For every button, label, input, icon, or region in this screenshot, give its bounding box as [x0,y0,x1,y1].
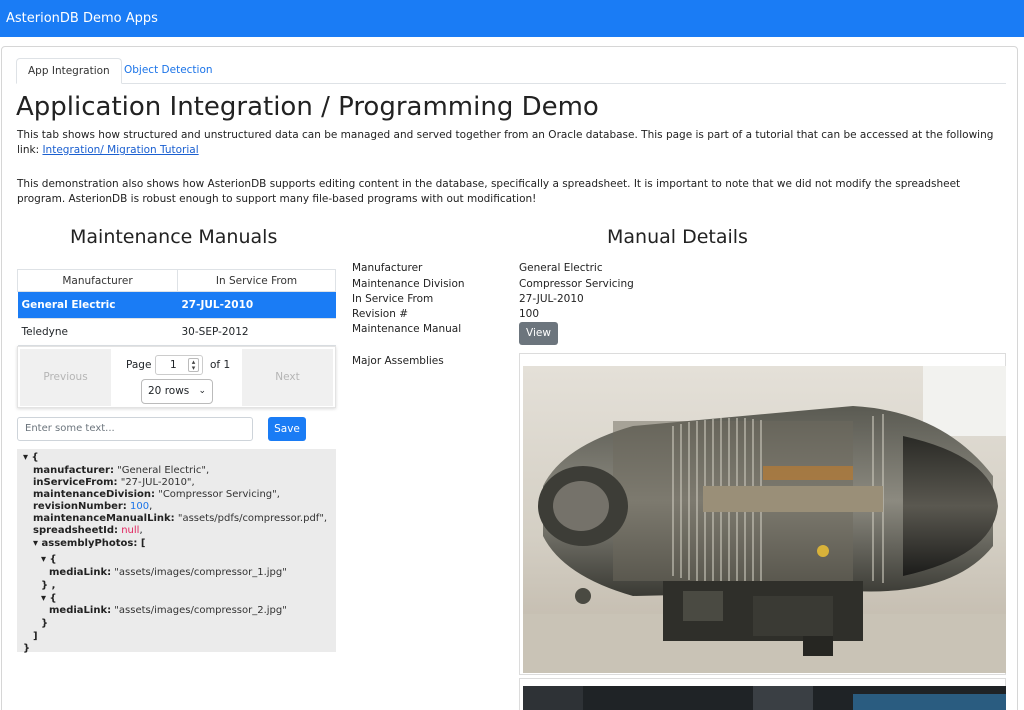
jet-engine-image [523,366,1006,673]
rows-per-page-value: 20 rows [148,385,190,397]
intro-paragraph: This tab shows how structured and unstru… [17,128,1007,158]
manufacturer-label: Manufacturer [352,262,423,274]
json-viewer: ▾ { manufacturer: "General Electric", in… [17,449,336,654]
assembly-photo-compressor[interactable] [523,366,1006,673]
division-value: Compressor Servicing [519,278,634,290]
tutorial-link[interactable]: Integration/ Migration Tutorial [42,144,198,156]
page-title: Application Integration / Programming De… [16,92,599,122]
column-header-in-service[interactable]: In Service From [177,269,336,292]
cell-in-service: 27-JUL-2010 [177,291,336,319]
json-line: spreadsheetId: null, [33,525,143,536]
cell-in-service: 30-SEP-2012 [177,318,336,346]
manuals-table: Manufacturer In Service From General Ele… [17,269,336,346]
manufacturer-value: General Electric [519,262,603,274]
tab-object-detection[interactable]: Object Detection [113,58,224,84]
tab-app-integration[interactable]: App Integration [16,58,122,84]
view-manual-button[interactable]: View [519,322,558,345]
table-pagination: Previous Page 1 ▴ ▾ of 1 20 rows ⌄ Next [17,346,336,408]
engine-image-2 [523,686,1006,710]
note-paragraph: This demonstration also shows how Asteri… [17,178,961,205]
rows-per-page-select[interactable]: 20 rows ⌄ [141,379,213,404]
json-line: mediaLink: "assets/images/compressor_1.j… [49,567,287,578]
cell-manufacturer: Teledyne [17,318,178,346]
tab-bar: App Integration Object Detection [16,58,1006,84]
text-input[interactable]: Enter some text... [17,417,253,441]
json-line: mediaLink: "assets/images/compressor_2.j… [49,605,287,616]
in-service-label: In Service From [352,293,434,305]
assemblies-label: Major Assemblies [352,355,444,367]
assembly-photo-compressor-2[interactable] [523,686,1006,710]
json-line[interactable]: ▾ { [41,553,57,566]
revision-value: 100 [519,308,540,320]
previous-page-button[interactable]: Previous [20,349,111,406]
json-line: } , [41,580,56,591]
top-navbar: AsterionDB Demo Apps [0,0,1024,37]
chevron-down-icon: ⌄ [198,386,206,396]
in-service-value: 27-JUL-2010 [519,293,584,305]
table-row[interactable]: General Electric 27-JUL-2010 [17,291,336,319]
cell-manufacturer: General Electric [17,291,178,319]
page-controls: Page 1 ▴ ▾ of 1 20 rows ⌄ [126,355,241,405]
table-row[interactable]: Teledyne 30-SEP-2012 [17,318,336,346]
manuals-heading: Maintenance Manuals [70,226,278,248]
page-number-input[interactable]: 1 ▴ ▾ [155,355,203,375]
page-spinner-icon[interactable]: ▴ ▾ [188,358,199,372]
manual-label: Maintenance Manual [352,323,462,335]
division-label: Maintenance Division [352,278,465,290]
column-header-manufacturer[interactable]: Manufacturer [17,269,178,292]
page-number-value: 1 [170,359,177,371]
revision-label: Revision # [352,308,409,320]
page-label: Page [126,359,152,371]
table-header-row: Manufacturer In Service From [17,269,336,292]
page-total-label: of 1 [210,359,231,371]
json-line: } [41,618,49,629]
next-page-button[interactable]: Next [242,349,333,406]
json-line[interactable]: ▾ assemblyPhotos: [ [33,537,145,550]
json-line[interactable]: ▾ { [23,451,39,464]
json-line: } [23,643,31,654]
details-heading: Manual Details [607,226,748,248]
json-line: ] [33,631,38,642]
save-button[interactable]: Save [268,417,306,441]
app-title[interactable]: AsterionDB Demo Apps [6,11,158,26]
